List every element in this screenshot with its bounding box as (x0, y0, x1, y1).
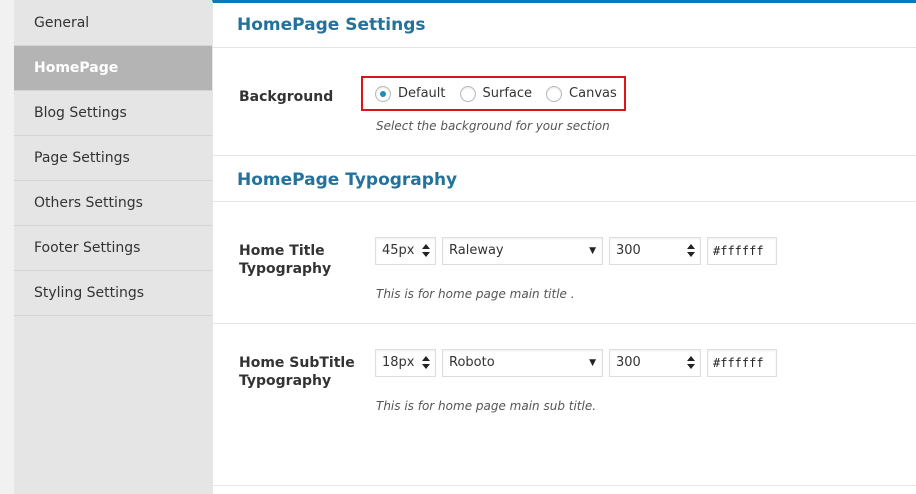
sidebar-item-general[interactable]: General (14, 0, 212, 46)
sidebar-item-styling-settings[interactable]: Styling Settings (14, 271, 212, 316)
home-subtitle-typography-label: Home SubTitle Typography (239, 354, 355, 390)
home-title-typography-label: Home Title Typography (239, 242, 331, 278)
home-title-color-input[interactable] (707, 237, 777, 265)
background-label: Background (239, 89, 334, 105)
home-title-description: This is for home page main title . (376, 287, 575, 301)
home-subtitle-weight-select[interactable]: 300 (609, 349, 701, 377)
home-title-weight-value: 300 (616, 243, 641, 258)
radio-default-circle[interactable] (375, 85, 391, 102)
settings-sidebar: General HomePage Blog Settings Page Sett… (14, 0, 212, 494)
left-edge-strip (0, 0, 14, 494)
updown-arrows-icon (422, 243, 430, 259)
home-subtitle-font-select[interactable]: Roboto ▼ (442, 349, 603, 377)
home-subtitle-label-line2: Typography (239, 373, 332, 389)
divider (213, 155, 916, 156)
updown-arrows-icon (687, 243, 695, 259)
dropdown-arrow-icon: ▼ (589, 246, 596, 256)
home-title-weight-select[interactable]: 300 (609, 237, 701, 265)
home-title-font-value: Raleway (449, 243, 504, 258)
home-subtitle-weight-value: 300 (616, 355, 641, 370)
home-subtitle-font-value: Roboto (449, 355, 495, 370)
home-subtitle-label-line1: Home SubTitle (239, 355, 355, 371)
sidebar-item-page-settings[interactable]: Page Settings (14, 136, 212, 181)
home-title-label-line1: Home Title (239, 243, 325, 259)
sidebar-item-blog-settings[interactable]: Blog Settings (14, 91, 212, 136)
radio-canvas-label: Canvas (569, 86, 617, 101)
home-subtitle-size-value: 18px (382, 355, 415, 370)
sidebar-item-homepage[interactable]: HomePage (14, 46, 212, 91)
divider (213, 485, 916, 486)
homepage-settings-title: HomePage Settings (237, 15, 426, 35)
radio-canvas-circle[interactable] (546, 85, 563, 102)
updown-arrows-icon (687, 355, 695, 371)
home-title-label-line2: Typography (239, 261, 332, 277)
homepage-typography-title: HomePage Typography (237, 170, 458, 190)
sidebar-item-footer-settings[interactable]: Footer Settings (14, 226, 212, 271)
divider (213, 323, 916, 324)
settings-panel: HomePage Settings Background Default Sur… (212, 0, 916, 494)
radio-default-label: Default (398, 86, 446, 101)
home-subtitle-description: This is for home page main sub title. (376, 399, 597, 413)
home-subtitle-color-input[interactable] (707, 349, 777, 377)
divider (213, 47, 916, 48)
dropdown-arrow-icon: ▼ (589, 358, 596, 368)
home-title-size-value: 45px (382, 243, 415, 258)
home-title-font-select[interactable]: Raleway ▼ (442, 237, 603, 265)
updown-arrows-icon (422, 355, 430, 371)
radio-surface[interactable]: Surface (459, 85, 533, 102)
home-subtitle-size-select[interactable]: 18px (375, 349, 436, 377)
radio-default[interactable]: Default (375, 85, 446, 102)
radio-surface-circle[interactable] (459, 85, 476, 102)
background-description: Select the background for your section (376, 119, 610, 133)
divider (213, 201, 916, 202)
sidebar-item-others-settings[interactable]: Others Settings (14, 181, 212, 226)
radio-surface-label: Surface (482, 86, 533, 101)
home-title-size-select[interactable]: 45px (375, 237, 436, 265)
background-radio-group: Default Surface Canvas (361, 76, 626, 111)
radio-canvas[interactable]: Canvas (546, 85, 617, 102)
